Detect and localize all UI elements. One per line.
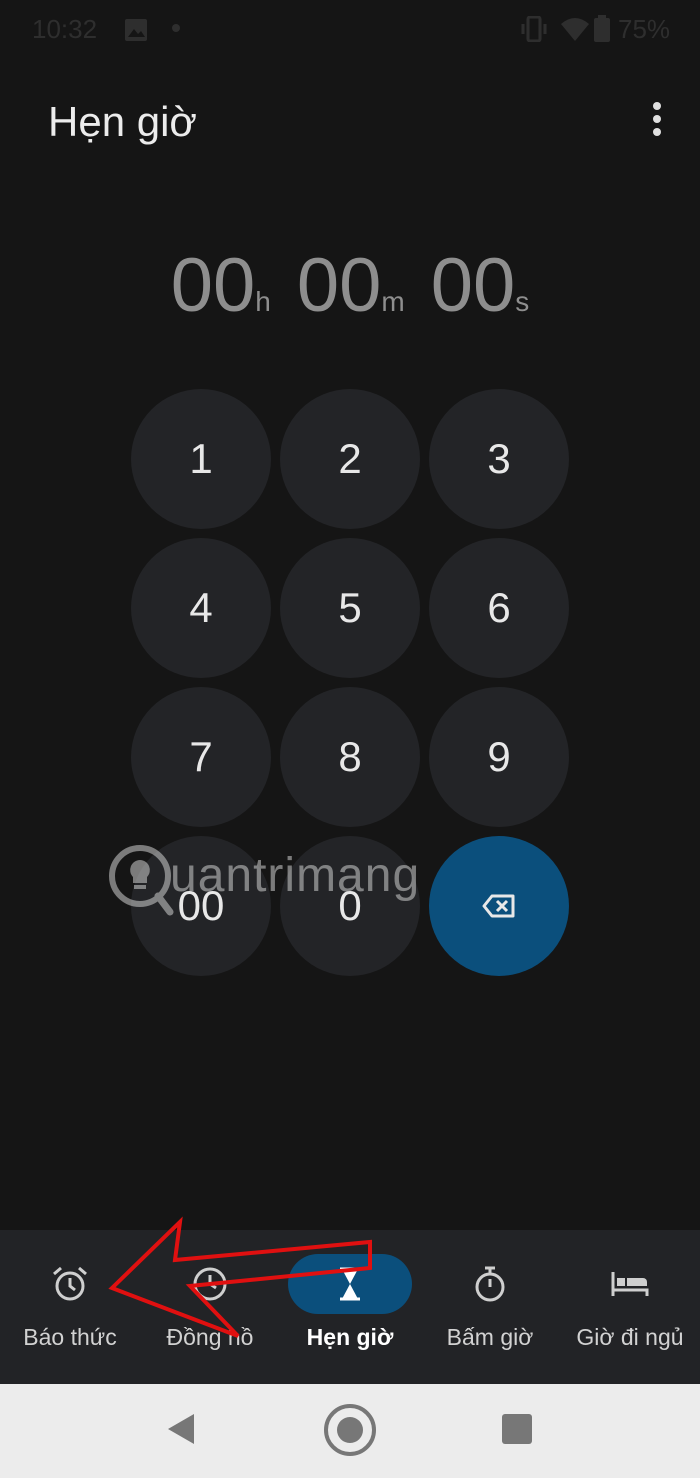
key-7[interactable]: 7 <box>131 687 271 827</box>
tab-clock-label: Đồng hồ <box>166 1324 254 1350</box>
tab-bedtime-label: Giờ đi ngủ <box>576 1324 684 1350</box>
bed-icon <box>611 1272 649 1296</box>
tab-stopwatch-label: Bấm giờ <box>446 1324 534 1350</box>
status-bar: 10:32 75% <box>0 0 700 60</box>
more-vert-icon[interactable] <box>640 102 674 142</box>
key-0[interactable]: 0 <box>280 836 420 976</box>
backspace-button[interactable] <box>429 836 569 976</box>
timer-minutes-unit: m <box>381 286 405 317</box>
tab-clock[interactable]: Đồng hồ <box>140 1230 280 1384</box>
timer-seconds: 00 <box>430 243 516 328</box>
key-5[interactable]: 5 <box>280 538 420 678</box>
stopwatch-icon <box>475 1266 505 1302</box>
timer-seconds-unit: s <box>515 286 530 317</box>
backspace-icon <box>482 894 515 918</box>
vibrate-icon <box>521 16 547 42</box>
tab-bedtime[interactable]: Giờ đi ngủ <box>560 1230 700 1384</box>
timer-display: 00h 00m 00s <box>0 242 700 329</box>
tab-alarm-label: Báo thức <box>23 1324 117 1350</box>
tab-stopwatch[interactable]: Bấm giờ <box>420 1230 560 1384</box>
key-4[interactable]: 4 <box>131 538 271 678</box>
dot-icon <box>172 24 180 32</box>
page-title: Hẹn giờ <box>48 98 197 145</box>
wifi-icon <box>561 18 589 41</box>
hourglass-icon <box>340 1267 360 1301</box>
image-icon <box>125 19 147 41</box>
battery-icon <box>594 15 610 42</box>
timer-hours-unit: h <box>255 286 271 317</box>
alarm-icon <box>53 1266 87 1301</box>
key-2[interactable]: 2 <box>280 389 420 529</box>
recents-icon[interactable] <box>502 1414 532 1444</box>
status-time: 10:32 <box>32 14 98 44</box>
clock-icon <box>193 1267 227 1301</box>
key-6[interactable]: 6 <box>429 538 569 678</box>
back-icon[interactable] <box>166 1412 196 1446</box>
key-3[interactable]: 3 <box>429 389 569 529</box>
key-00[interactable]: 00 <box>131 836 271 976</box>
tab-timer-label: Hẹn giờ <box>306 1324 394 1350</box>
battery-percent: 75% <box>618 14 671 44</box>
system-nav-bar <box>0 1384 700 1478</box>
bottom-nav: Báo thức Đồng hồ Hẹn giờ Bấm giờ Giờ đi … <box>0 1230 700 1384</box>
tab-alarm[interactable]: Báo thức <box>0 1230 140 1384</box>
key-8[interactable]: 8 <box>280 687 420 827</box>
timer-minutes: 00 <box>296 243 382 328</box>
home-icon[interactable] <box>322 1402 378 1458</box>
timer-hours: 00 <box>170 243 256 328</box>
tab-timer[interactable]: Hẹn giờ <box>280 1230 420 1384</box>
key-1[interactable]: 1 <box>131 389 271 529</box>
key-9[interactable]: 9 <box>429 687 569 827</box>
